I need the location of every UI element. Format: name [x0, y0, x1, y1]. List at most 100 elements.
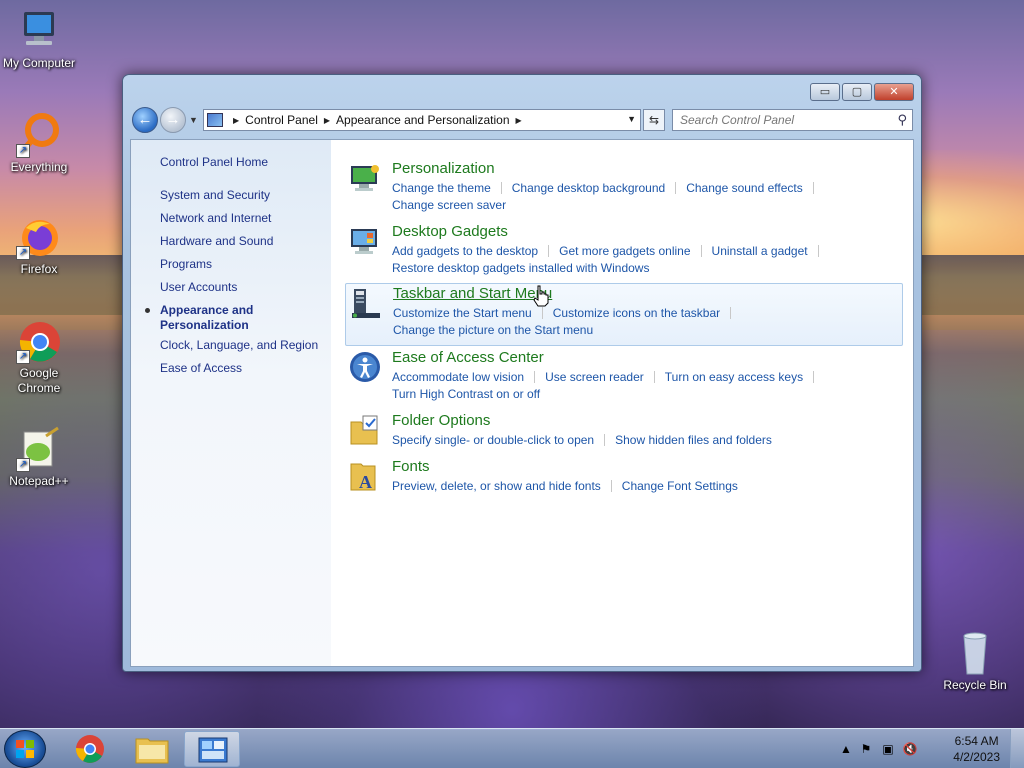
link-divider: [610, 480, 612, 492]
category-list: Personalization Change the theme Change d…: [331, 140, 913, 666]
taskbar-control-panel-button[interactable]: [184, 731, 240, 767]
svg-text:A: A: [359, 472, 372, 492]
close-button[interactable]: ✕: [874, 83, 914, 101]
desktop-icon-recycle-bin[interactable]: Recycle Bin: [937, 630, 1013, 693]
breadcrumb-control-panel[interactable]: Control Panel: [245, 113, 318, 127]
window-controls: ▭ ▢ ✕: [810, 83, 914, 101]
start-button[interactable]: [4, 730, 46, 768]
link-change-screen-saver[interactable]: Change screen saver: [392, 198, 506, 212]
shortcut-arrow-icon: ↗: [16, 144, 30, 158]
link-high-contrast[interactable]: Turn High Contrast on or off: [392, 387, 540, 401]
category-title[interactable]: Personalization: [392, 160, 495, 177]
sidebar-item-user-accounts[interactable]: User Accounts: [160, 280, 237, 295]
taskbar-explorer-button[interactable]: [124, 731, 180, 767]
show-desktop-button[interactable]: [1010, 729, 1024, 768]
category-title[interactable]: Desktop Gadgets: [392, 223, 508, 240]
show-hidden-icons-arrow[interactable]: ▲: [838, 741, 854, 757]
desktop-icon-notepad-plus-plus[interactable]: ↗ Notepad++: [1, 426, 77, 489]
link-get-more-gadgets[interactable]: Get more gadgets online: [559, 244, 690, 258]
link-add-gadgets[interactable]: Add gadgets to the desktop: [392, 244, 538, 258]
category-title[interactable]: Fonts: [392, 458, 430, 475]
link-customize-taskbar-icons[interactable]: Customize icons on the taskbar: [553, 306, 720, 320]
desktop-icon-google-chrome[interactable]: ↗ Google Chrome: [1, 318, 77, 396]
navigation-bar: ← → ▼ ▶ Control Panel ▶ Appearance and P…: [131, 106, 915, 134]
search-box[interactable]: Search Control Panel ⚲: [672, 109, 913, 131]
recent-pages-dropdown[interactable]: ▼: [189, 115, 198, 125]
taskbar-icon: [350, 287, 382, 319]
taskbar: ▲ ⚑ ▣ 🔇 6:54 AM 4/2/2023: [0, 728, 1024, 768]
link-divider: [813, 371, 815, 383]
category-desktop-gadgets: Desktop Gadgets Add gadgets to the deskt…: [345, 223, 903, 275]
action-center-icon[interactable]: ⚑: [858, 741, 874, 757]
link-accommodate-low-vision[interactable]: Accommodate low vision: [392, 370, 524, 384]
category-links: Specify single- or double-click to open S…: [392, 432, 862, 449]
desktop-icon-label: Firefox: [20, 262, 58, 276]
windows-logo-icon: [16, 740, 34, 758]
link-change-theme[interactable]: Change the theme: [392, 181, 491, 195]
taskbar-chrome-button[interactable]: [62, 731, 118, 767]
sidebar-item-hardware-sound[interactable]: Hardware and Sound: [160, 234, 273, 249]
category-folder-options: Folder Options Specify single- or double…: [345, 412, 903, 452]
sidebar-item-system-security[interactable]: System and Security: [160, 188, 270, 203]
folder-options-icon: [349, 414, 381, 446]
link-change-sound-effects[interactable]: Change sound effects: [686, 181, 803, 195]
link-restore-gadgets[interactable]: Restore desktop gadgets installed with W…: [392, 261, 649, 275]
clock-date: 4/2/2023: [953, 750, 1000, 764]
sidebar-item-ease-of-access[interactable]: Ease of Access: [160, 361, 242, 376]
category-title[interactable]: Taskbar and Start Menu: [393, 285, 552, 302]
sidebar-item-network-internet[interactable]: Network and Internet: [160, 211, 271, 226]
link-easy-access-keys[interactable]: Turn on easy access keys: [665, 370, 803, 384]
link-divider: [730, 307, 732, 319]
link-single-double-click[interactable]: Specify single- or double-click to open: [392, 433, 594, 447]
category-title[interactable]: Folder Options: [392, 412, 490, 429]
shortcut-arrow-icon: ↗: [16, 246, 30, 260]
notepad-plus-plus-icon: ↗: [16, 426, 62, 472]
desktop-icon-my-computer[interactable]: My Computer: [1, 8, 77, 71]
search-icon[interactable]: ⚲: [897, 112, 907, 128]
category-personalization: Personalization Change the theme Change d…: [345, 160, 903, 212]
breadcrumb-appearance-personalization[interactable]: Appearance and Personalization: [336, 113, 509, 127]
back-arrow-icon: ←: [137, 111, 153, 128]
link-change-font-settings[interactable]: Change Font Settings: [622, 479, 738, 493]
firefox-icon: ↗: [16, 214, 62, 260]
personalization-icon: [349, 162, 381, 194]
link-show-hidden-files[interactable]: Show hidden files and folders: [615, 433, 772, 447]
link-change-desktop-background[interactable]: Change desktop background: [512, 181, 665, 195]
category-fonts: A Fonts Preview, delete, or show and hid…: [345, 458, 903, 498]
clock[interactable]: 6:54 AM 4/2/2023: [953, 733, 1000, 765]
breadcrumb-separator-icon[interactable]: ▶: [324, 116, 330, 125]
desktop-icon-label: Google Chrome: [17, 366, 61, 395]
sidebar-item-clock-language-region[interactable]: Clock, Language, and Region: [160, 338, 318, 353]
link-change-start-picture[interactable]: Change the picture on the Start menu: [393, 323, 593, 337]
category-links: Change the theme Change desktop backgroun…: [392, 180, 862, 214]
refresh-button[interactable]: ⇆: [643, 109, 665, 131]
breadcrumb-separator-icon[interactable]: ▶: [233, 116, 239, 125]
link-preview-fonts[interactable]: Preview, delete, or show and hide fonts: [392, 479, 601, 493]
everything-icon: ↗: [16, 112, 62, 158]
chrome-icon: [75, 735, 104, 763]
desktop-icon-firefox[interactable]: ↗ Firefox: [1, 214, 77, 277]
forward-button[interactable]: →: [160, 107, 186, 133]
link-use-screen-reader[interactable]: Use screen reader: [545, 370, 644, 384]
minimize-button[interactable]: ▭: [810, 83, 840, 101]
shortcut-arrow-icon: ↗: [16, 350, 30, 364]
sidebar-item-programs[interactable]: Programs: [160, 257, 212, 272]
back-button[interactable]: ←: [132, 107, 158, 133]
content-pane: Control Panel Home System and Security N…: [130, 139, 914, 667]
breadcrumb-separator-icon[interactable]: ▶: [516, 116, 522, 125]
sidebar-item-appearance-personalization[interactable]: Appearance and Personalization: [160, 303, 290, 333]
category-taskbar-start-menu[interactable]: Taskbar and Start Menu Customize the Sta…: [345, 283, 903, 346]
address-bar[interactable]: ▶ Control Panel ▶ Appearance and Persona…: [203, 109, 641, 131]
category-title[interactable]: Ease of Access Center: [392, 349, 544, 366]
desktop-icon-everything[interactable]: ↗ Everything: [1, 112, 77, 175]
network-icon[interactable]: ▣: [880, 741, 896, 757]
address-history-dropdown-icon[interactable]: ▼: [627, 114, 636, 124]
category-links: Add gadgets to the desktop Get more gadge…: [392, 243, 862, 277]
link-uninstall-gadget[interactable]: Uninstall a gadget: [712, 244, 808, 258]
link-customize-start-menu[interactable]: Customize the Start menu: [393, 306, 532, 320]
current-item-bullet: [145, 308, 150, 313]
maximize-button[interactable]: ▢: [842, 83, 872, 101]
volume-muted-icon[interactable]: 🔇: [902, 741, 918, 757]
sidebar-control-panel-home[interactable]: Control Panel Home: [160, 155, 268, 170]
control-panel-window: ▭ ▢ ✕ ← → ▼ ▶ Control Panel ▶ Appearance…: [122, 74, 922, 672]
